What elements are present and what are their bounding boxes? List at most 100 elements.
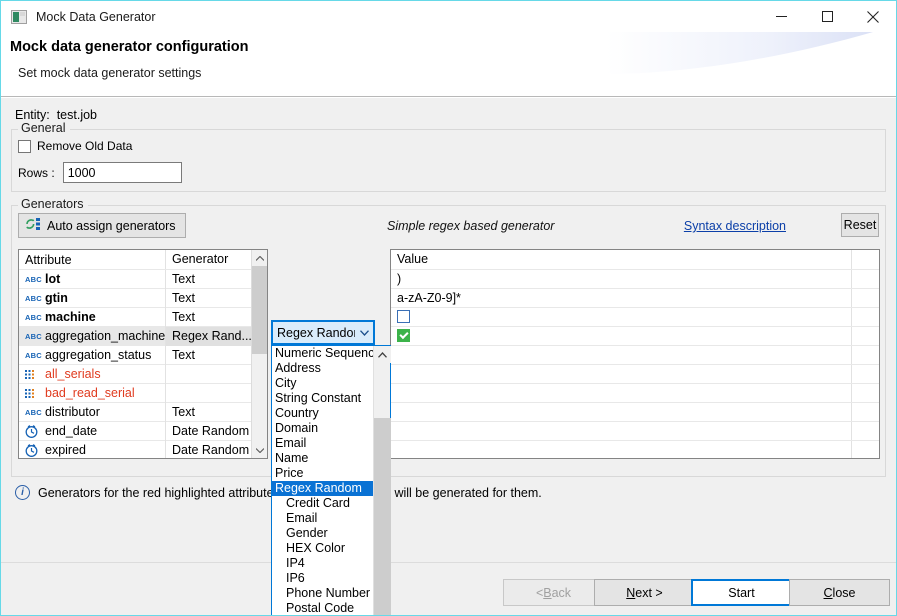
value-extra-cell[interactable]: [851, 422, 879, 440]
column-header-value[interactable]: Value: [391, 250, 851, 269]
dropdown-item[interactable]: Email: [272, 511, 373, 526]
dropdown-item[interactable]: IP6: [272, 571, 373, 586]
close-button[interactable]: Close: [789, 579, 890, 606]
value-cell[interactable]: [391, 422, 851, 440]
dropdown-scroll-thumb[interactable]: [374, 418, 391, 616]
value-cell[interactable]: a-zA-Z0-9]*: [391, 289, 851, 307]
value-cell[interactable]: ): [391, 270, 851, 288]
dropdown-item[interactable]: Price: [272, 466, 373, 481]
dropdown-item[interactable]: Email: [272, 436, 373, 451]
table-row[interactable]: [391, 307, 879, 326]
dropdown-item[interactable]: Phone Number: [272, 586, 373, 601]
table-row[interactable]: ): [391, 269, 879, 288]
attribute-table[interactable]: AttributeGeneratorABClotTextABCgtinTextA…: [18, 249, 268, 459]
generator-cell[interactable]: Text: [165, 308, 253, 327]
value-extra-cell[interactable]: [851, 365, 879, 383]
dropdown-item[interactable]: Address: [272, 361, 373, 376]
generator-type-dropdown[interactable]: Numeric SequenceAddressCityString Consta…: [271, 345, 391, 616]
reset-button[interactable]: Reset: [841, 213, 879, 237]
remove-old-data-checkbox[interactable]: [18, 140, 31, 153]
value-extra-cell[interactable]: [851, 270, 879, 288]
dropdown-item[interactable]: HEX Color: [272, 541, 373, 556]
dropdown-item[interactable]: Regex Random: [272, 481, 373, 496]
value-extra-cell[interactable]: [851, 327, 879, 345]
column-header-attribute[interactable]: Attribute: [19, 250, 165, 269]
value-cell[interactable]: [391, 365, 851, 383]
rows-input[interactable]: [63, 162, 182, 183]
table-row[interactable]: ABClotText: [19, 269, 267, 288]
dropdown-item[interactable]: Numeric Sequence: [272, 346, 373, 361]
table-row[interactable]: [391, 440, 879, 459]
value-extra-cell[interactable]: [851, 403, 879, 421]
generator-cell[interactable]: Text: [165, 346, 253, 365]
value-extra-cell[interactable]: [851, 384, 879, 402]
table-row[interactable]: ABCmachineText: [19, 307, 267, 326]
value-cell[interactable]: [391, 346, 851, 364]
value-cell[interactable]: [391, 308, 851, 326]
table-row[interactable]: a-zA-Z0-9]*: [391, 288, 879, 307]
column-header-generator[interactable]: Generator: [165, 250, 253, 269]
table-row[interactable]: bad_read_serial: [19, 383, 267, 402]
start-button[interactable]: Start: [691, 579, 792, 606]
table-row[interactable]: ABCaggregation_statusText: [19, 345, 267, 364]
value-extra-cell[interactable]: [851, 289, 879, 307]
table-row[interactable]: [391, 402, 879, 421]
attribute-scroll-thumb[interactable]: [252, 266, 268, 354]
attribute-table-scrollbar[interactable]: [251, 250, 267, 458]
dropdown-item[interactable]: Name: [272, 451, 373, 466]
table-row[interactable]: [391, 326, 879, 345]
dropdown-item[interactable]: String Constant: [272, 391, 373, 406]
table-row[interactable]: all_serials: [19, 364, 267, 383]
dropdown-item[interactable]: Country: [272, 406, 373, 421]
dropdown-item[interactable]: City: [272, 376, 373, 391]
value-extra-cell[interactable]: [851, 308, 879, 326]
auto-assign-generators-button[interactable]: Auto assign generators: [18, 213, 186, 238]
generator-cell[interactable]: Regex Rand...: [165, 327, 253, 346]
chevron-down-icon[interactable]: [355, 330, 373, 336]
dropdown-item[interactable]: Gender: [272, 526, 373, 541]
value-cell[interactable]: [391, 327, 851, 345]
next-button[interactable]: Next >: [594, 579, 695, 606]
table-row[interactable]: ABCaggregation_machineRegex Rand...: [19, 326, 267, 345]
checked-box-icon[interactable]: [397, 329, 410, 342]
generator-cell[interactable]: Date Random: [165, 422, 253, 441]
generator-cell[interactable]: Date Random: [165, 441, 253, 460]
table-row[interactable]: end_dateDate Random: [19, 421, 267, 440]
back-button[interactable]: < Back: [503, 579, 604, 606]
minimize-icon[interactable]: [758, 1, 804, 32]
table-row[interactable]: [391, 421, 879, 440]
generator-type-combo[interactable]: Regex Random: [271, 320, 375, 345]
scroll-down-icon[interactable]: [252, 442, 268, 458]
syntax-description-link[interactable]: Syntax description: [684, 219, 786, 233]
table-row[interactable]: [391, 383, 879, 402]
column-header-extra[interactable]: [851, 250, 879, 269]
table-row[interactable]: expiredDate Random: [19, 440, 267, 459]
value-cell[interactable]: [391, 384, 851, 402]
unchecked-box-icon[interactable]: [397, 310, 410, 323]
generator-cell[interactable]: Text: [165, 403, 253, 422]
table-row[interactable]: ABCdistributorText: [19, 402, 267, 421]
value-cell[interactable]: [391, 403, 851, 421]
scroll-up-icon[interactable]: [252, 250, 268, 266]
value-extra-cell[interactable]: [851, 346, 879, 364]
maximize-icon[interactable]: [804, 1, 850, 32]
remove-old-data-row[interactable]: Remove Old Data: [18, 139, 132, 153]
table-row[interactable]: [391, 364, 879, 383]
dropdown-item[interactable]: IP4: [272, 556, 373, 571]
table-row[interactable]: ABCgtinText: [19, 288, 267, 307]
value-cell[interactable]: [391, 441, 851, 459]
generator-cell[interactable]: [165, 365, 253, 384]
value-table[interactable]: Value)a-zA-Z0-9]*: [390, 249, 880, 459]
dropdown-item[interactable]: Postal Code: [272, 601, 373, 616]
dropdown-item[interactable]: Domain: [272, 421, 373, 436]
dropdown-scroll-up-icon[interactable]: [374, 346, 391, 363]
generator-cell[interactable]: Text: [165, 289, 253, 308]
dropdown-scrollbar[interactable]: [373, 346, 390, 616]
table-row[interactable]: [391, 345, 879, 364]
dropdown-item[interactable]: Credit Card: [272, 496, 373, 511]
generator-cell[interactable]: Text: [165, 270, 253, 289]
generator-type-dropdown-list[interactable]: Numeric SequenceAddressCityString Consta…: [272, 346, 373, 616]
generator-cell[interactable]: [165, 384, 253, 403]
close-icon[interactable]: [850, 1, 896, 32]
value-extra-cell[interactable]: [851, 441, 879, 459]
